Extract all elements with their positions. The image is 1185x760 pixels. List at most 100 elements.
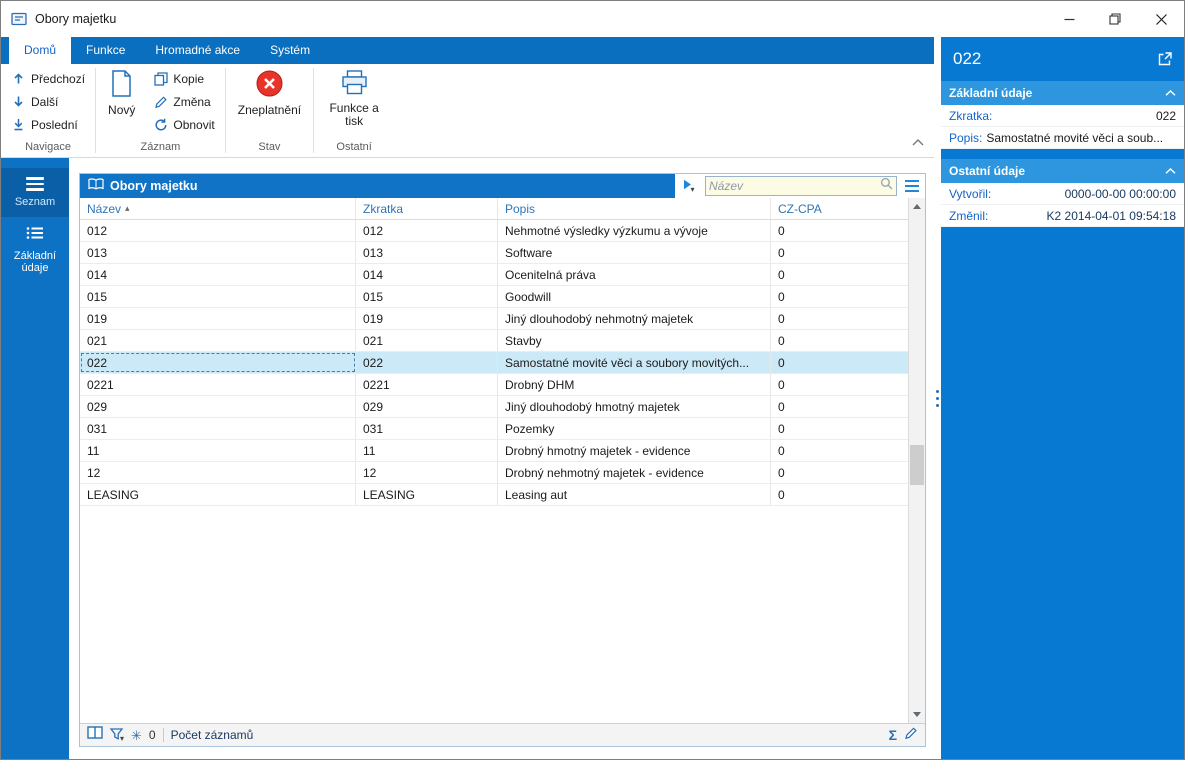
table-row[interactable]: 11 11 Drobný hmotný majetek - evidence 0 [80, 440, 908, 462]
table-cell: 015 [80, 286, 356, 307]
copy-button[interactable]: Kopie [147, 67, 220, 90]
field-label: Popis: [949, 130, 983, 145]
new-button[interactable]: Nový [100, 67, 143, 117]
columns-icon[interactable] [87, 726, 103, 744]
table-cell: 021 [356, 330, 498, 351]
table-cell: Jiný dlouhodobý hmotný majetek [498, 396, 771, 417]
table-cell: 014 [356, 264, 498, 285]
edit-note-icon[interactable] [904, 726, 918, 745]
previous-button[interactable]: Předchozí [5, 67, 91, 90]
sidebar-item-zakladni-udaje[interactable]: Základní údaje [1, 217, 69, 283]
scroll-up-button[interactable] [909, 198, 925, 215]
group-label-stav: Stav [258, 141, 281, 153]
column-header-cz-cpa[interactable]: CZ-CPA [771, 198, 908, 219]
field-zkratka: Zkratka: 022 [941, 105, 1184, 127]
field-value: Samostatné movité věci a soub... [986, 130, 1164, 145]
table-cell: 022 [356, 352, 498, 373]
table-row[interactable]: LEASING LEASING Leasing aut 0 [80, 484, 908, 506]
popout-icon[interactable] [1158, 52, 1172, 66]
close-button[interactable] [1138, 1, 1184, 37]
minimize-button[interactable] [1046, 1, 1092, 37]
table-menu-button[interactable] [899, 174, 925, 198]
quick-filter-button[interactable]: ▾ [675, 174, 703, 198]
column-header-popis[interactable]: Popis [498, 198, 771, 219]
scrollbar-thumb[interactable] [910, 445, 924, 485]
table-cell: 0 [778, 311, 785, 326]
detail-header: 022 [941, 37, 1184, 81]
column-header-zkratka[interactable]: Zkratka [356, 198, 498, 219]
table-row[interactable]: 014 014 Ocenitelná práva 0 [80, 264, 908, 286]
book-icon [88, 177, 104, 195]
next-button[interactable]: Další [5, 90, 91, 113]
section-zakladni-udaje: Základní údaje Zkratka: 022 Popis: Samos… [941, 81, 1184, 149]
section-header-ostatni-udaje[interactable]: Ostatní údaje [941, 159, 1184, 183]
tab-domu[interactable]: Domů [9, 37, 72, 64]
table-cell: 012 [80, 220, 356, 241]
table-rows: 012 012 Nehmotné výsledky výzkumu a vývoje… [80, 220, 908, 723]
table-row[interactable]: 015 015 Goodwill 0 [80, 286, 908, 308]
app-icon [11, 11, 27, 27]
tab-hromadne-akce[interactable]: Hromadné akce [140, 37, 255, 64]
table-cell: 013 [356, 242, 498, 263]
column-header-nazev[interactable]: Název ▴ [80, 198, 356, 219]
chevron-up-icon [1165, 168, 1176, 174]
section-header-zakladni-udaje[interactable]: Základní údaje [941, 81, 1184, 105]
search-input[interactable] [709, 179, 880, 193]
tab-system[interactable]: Systém [255, 37, 325, 64]
invalidate-label: Zneplatnění [237, 103, 302, 117]
table-cell: 0 [778, 443, 785, 458]
filter-icon[interactable]: ▾ [110, 727, 125, 743]
table-row[interactable]: 031 031 Pozemky 0 [80, 418, 908, 440]
table-body: Název ▴ Zkratka Popis CZ-CPA 012 012 Nehmo… [80, 198, 925, 723]
sum-icon[interactable]: Σ [889, 728, 897, 742]
table-row[interactable]: 019 019 Jiný dlouhodobý nehmotný majetek 0 [80, 308, 908, 330]
tab-funkce[interactable]: Funkce [71, 37, 140, 64]
filter-count: 0 [148, 728, 156, 742]
next-label: Další [31, 94, 59, 109]
table-row[interactable]: 022 022 Samostatné movité věci a soubory m… [80, 352, 908, 374]
field-label: Zkratka: [949, 108, 993, 123]
table-row[interactable]: 12 12 Drobný nehmotný majetek - evidence 0 [80, 462, 908, 484]
frozen-rows-icon[interactable]: ✳ [131, 729, 142, 742]
table-cell: LEASING [80, 484, 356, 505]
functions-print-button[interactable]: Funkce a tisk [318, 67, 390, 128]
ribbon-group-ostatni: Funkce a tisk Ostatní [314, 64, 394, 157]
sidebar-item-seznam[interactable]: Seznam [1, 168, 69, 217]
last-button[interactable]: Poslední [5, 113, 91, 136]
ribbon: Předchozí Další Poslední Navigace Nový K… [1, 64, 934, 158]
table-row[interactable]: 012 012 Nehmotné výsledky výzkumu a vývoje… [80, 220, 908, 242]
titlebar: Obory majetku [1, 1, 1184, 37]
table-cell: 0 [778, 333, 785, 348]
table-cell: Jiný dlouhodobý nehmotný majetek [498, 308, 771, 329]
field-vytvoril: Vytvořil: 0000-00-00 00:00:00 [941, 183, 1184, 205]
table-row[interactable]: 0221 0221 Drobný DHM 0 [80, 374, 908, 396]
caret-down-icon: ▾ [120, 733, 125, 743]
restore-button[interactable] [1092, 1, 1138, 37]
table-cell: 12 [356, 462, 498, 483]
search-icon [880, 177, 893, 195]
table-row[interactable]: 029 029 Jiný dlouhodobý hmotný majetek 0 [80, 396, 908, 418]
sidebar-item-label: Seznam [14, 195, 56, 208]
arrow-up-icon [11, 72, 26, 85]
group-label-navigace: Navigace [25, 141, 71, 153]
column-label: Zkratka [363, 201, 404, 216]
scrollbar-track[interactable] [909, 215, 925, 706]
collapse-ribbon-button[interactable] [912, 133, 924, 151]
refresh-button[interactable]: Obnovit [147, 113, 220, 136]
panel-splitter[interactable] [934, 37, 941, 759]
table-cell: 031 [356, 418, 498, 439]
new-label: Nový [108, 103, 136, 117]
main-content: Obory majetku ▾ Název Název ▴ Zkratka Po… [69, 158, 934, 759]
invalidate-button[interactable]: Zneplatnění [230, 67, 309, 117]
detail-title: 022 [953, 49, 982, 68]
refresh-icon [153, 118, 168, 132]
table-cell: 015 [356, 286, 498, 307]
table-row[interactable]: 021 021 Stavby 0 [80, 330, 908, 352]
scroll-down-button[interactable] [909, 706, 925, 723]
edit-button[interactable]: Změna [147, 90, 220, 113]
table-cell: 0 [778, 465, 785, 480]
table-cell: 021 [80, 330, 356, 351]
vertical-scrollbar[interactable] [908, 198, 925, 723]
table-row[interactable]: 013 013 Software 0 [80, 242, 908, 264]
chevron-up-icon [1165, 90, 1176, 96]
